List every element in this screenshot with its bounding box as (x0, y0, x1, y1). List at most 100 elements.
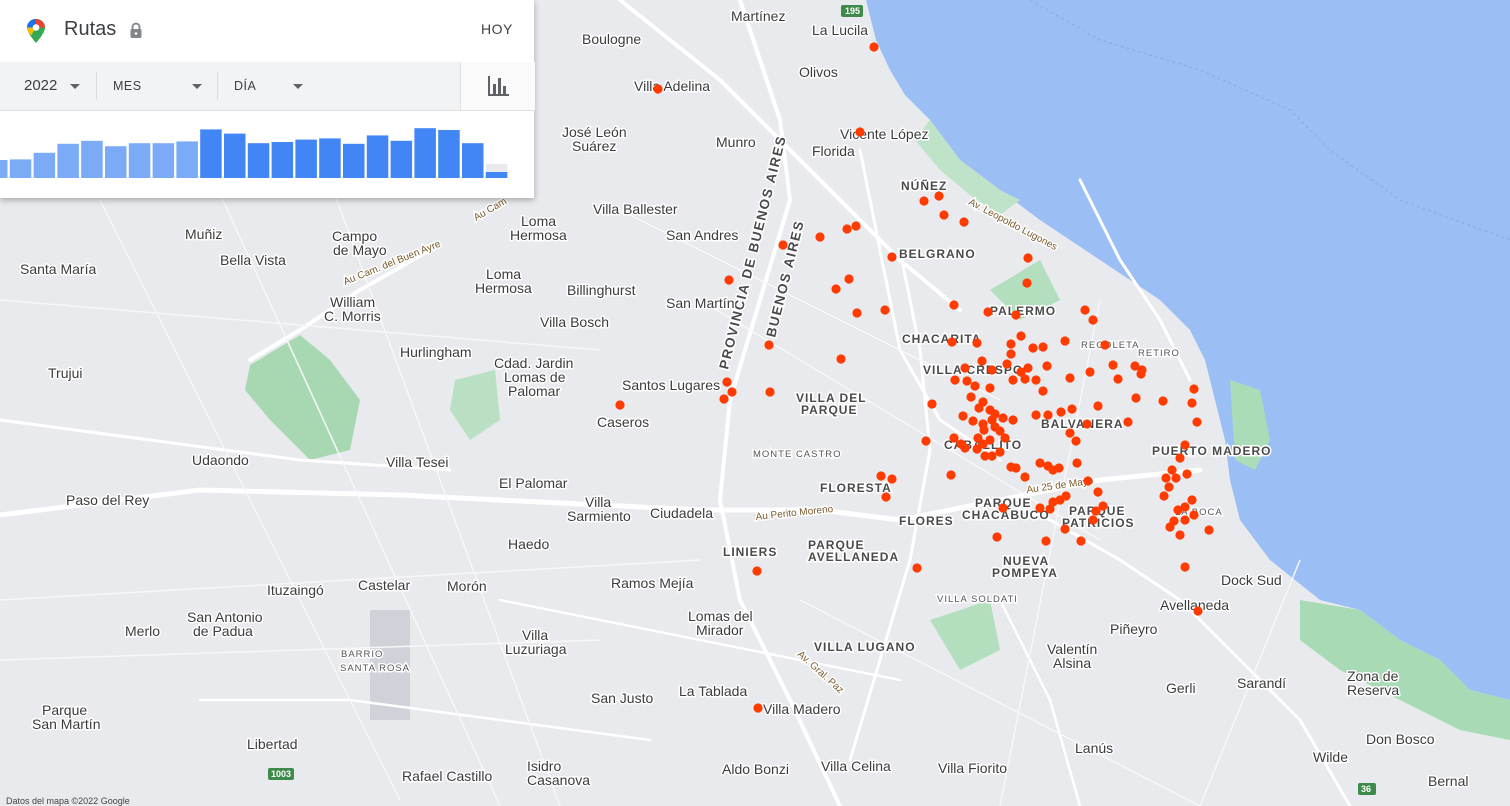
location-dot (1108, 360, 1118, 370)
place-label: Casanova (527, 772, 590, 788)
route-shield: 1003 (268, 768, 294, 780)
location-dot (939, 210, 949, 220)
today-button[interactable]: HOY (481, 21, 513, 37)
stats-button[interactable] (460, 62, 535, 111)
location-dot (1175, 530, 1185, 540)
histogram-bar[interactable] (414, 128, 436, 178)
histogram-bar[interactable] (224, 133, 246, 178)
histogram-bar[interactable] (485, 172, 508, 178)
location-dot (778, 240, 788, 250)
location-dot (1038, 386, 1048, 396)
histogram-bar[interactable] (81, 140, 103, 178)
day-select[interactable]: DÍA (218, 62, 328, 110)
location-dot (1182, 469, 1192, 479)
place-label: Villa Tesei (386, 454, 449, 470)
place-label: El Palomar (499, 475, 568, 491)
histogram-bar[interactable] (390, 140, 413, 178)
location-dot (1189, 510, 1199, 520)
location-dot (1031, 410, 1041, 420)
place-label: Florida (812, 143, 855, 159)
year-select[interactable]: 2022 (0, 62, 96, 110)
histogram-bar[interactable] (33, 152, 56, 178)
location-dot (1175, 453, 1185, 463)
dropdown-arrow-icon (192, 84, 202, 89)
neighborhood-label: CHACARITA (902, 332, 981, 346)
place-label: Villa Ballester (593, 201, 678, 217)
histogram-bar[interactable] (295, 139, 317, 178)
histogram-bar[interactable] (105, 146, 127, 178)
place-label: San Martín (32, 716, 100, 732)
location-dot (1054, 463, 1064, 473)
month-select[interactable]: MES (97, 62, 217, 110)
road-label: Au Perito Moreno (755, 504, 834, 523)
routes-panel: Rutas HOY 2022 MES DÍA (0, 0, 535, 198)
location-dot (815, 232, 825, 242)
place-label: Muñiz (185, 226, 222, 242)
location-dot (1189, 384, 1199, 394)
location-dot (1165, 522, 1175, 532)
place-label: Paso del Rey (66, 492, 149, 508)
neighborhood-label: SANTA ROSA (340, 663, 410, 674)
histogram-bar[interactable] (343, 143, 365, 178)
histogram-bar[interactable] (9, 159, 32, 178)
neighborhood-label: PATRICIOS (1062, 516, 1135, 530)
location-dot (946, 470, 956, 480)
place-label: Trujui (48, 365, 83, 381)
histogram-bar[interactable] (462, 143, 484, 178)
histogram-bar[interactable] (57, 143, 79, 178)
location-dot (966, 392, 976, 402)
location-dot (1173, 505, 1183, 515)
month-select-value: MES (113, 79, 142, 93)
histogram-bar[interactable] (438, 130, 460, 178)
location-dot (881, 492, 891, 502)
neighborhood-label: BELGRANO (899, 247, 976, 261)
place-label: Villa Adelina (634, 78, 710, 94)
location-dot (852, 308, 862, 318)
location-dot (1042, 361, 1052, 371)
histogram-bar[interactable] (319, 138, 341, 178)
location-dot (887, 252, 897, 262)
histogram-bar[interactable] (152, 143, 175, 178)
location-dot (950, 375, 960, 385)
date-filters: 2022 MES DÍA (0, 62, 460, 111)
histogram-bar[interactable] (0, 160, 8, 178)
histogram-bar[interactable] (200, 129, 222, 178)
activity-histogram[interactable] (0, 110, 534, 198)
park-palomar (450, 370, 500, 440)
histogram-bar[interactable] (128, 143, 151, 178)
neighborhood-label: VILLA SOLDATI (937, 594, 1018, 605)
histogram-bar[interactable] (271, 142, 294, 178)
location-dot (1192, 417, 1202, 427)
place-label: Santa María (20, 261, 96, 277)
place-label: Merlo (125, 623, 160, 639)
place-label: Hermosa (475, 280, 532, 296)
location-dot (1158, 396, 1168, 406)
location-dot (836, 354, 846, 364)
location-dot (949, 300, 959, 310)
location-dot (1167, 465, 1177, 475)
location-dot (983, 307, 993, 317)
place-label: Gerli (1166, 680, 1196, 696)
location-dot (1082, 419, 1092, 429)
location-dot (1031, 375, 1041, 385)
location-dot (1085, 367, 1095, 377)
location-dot (722, 377, 732, 387)
location-dot (851, 221, 861, 231)
location-dot (1080, 305, 1090, 315)
histogram-bar[interactable] (247, 143, 270, 178)
location-dot (869, 42, 879, 52)
location-dot (765, 387, 775, 397)
histogram-bar[interactable] (176, 141, 198, 178)
histogram-bar[interactable] (366, 135, 389, 178)
place-label: Billinghurst (567, 282, 636, 298)
page-title: Rutas (64, 18, 117, 40)
location-dot (979, 425, 989, 435)
location-dot (752, 566, 762, 576)
location-dot (1011, 463, 1021, 473)
location-dot (1060, 336, 1070, 346)
location-dot (1008, 415, 1018, 425)
road-label: Au Cam (472, 196, 509, 224)
location-dot (1038, 342, 1048, 352)
place-label: Villa Bosch (540, 314, 609, 330)
location-dot (1187, 495, 1197, 505)
